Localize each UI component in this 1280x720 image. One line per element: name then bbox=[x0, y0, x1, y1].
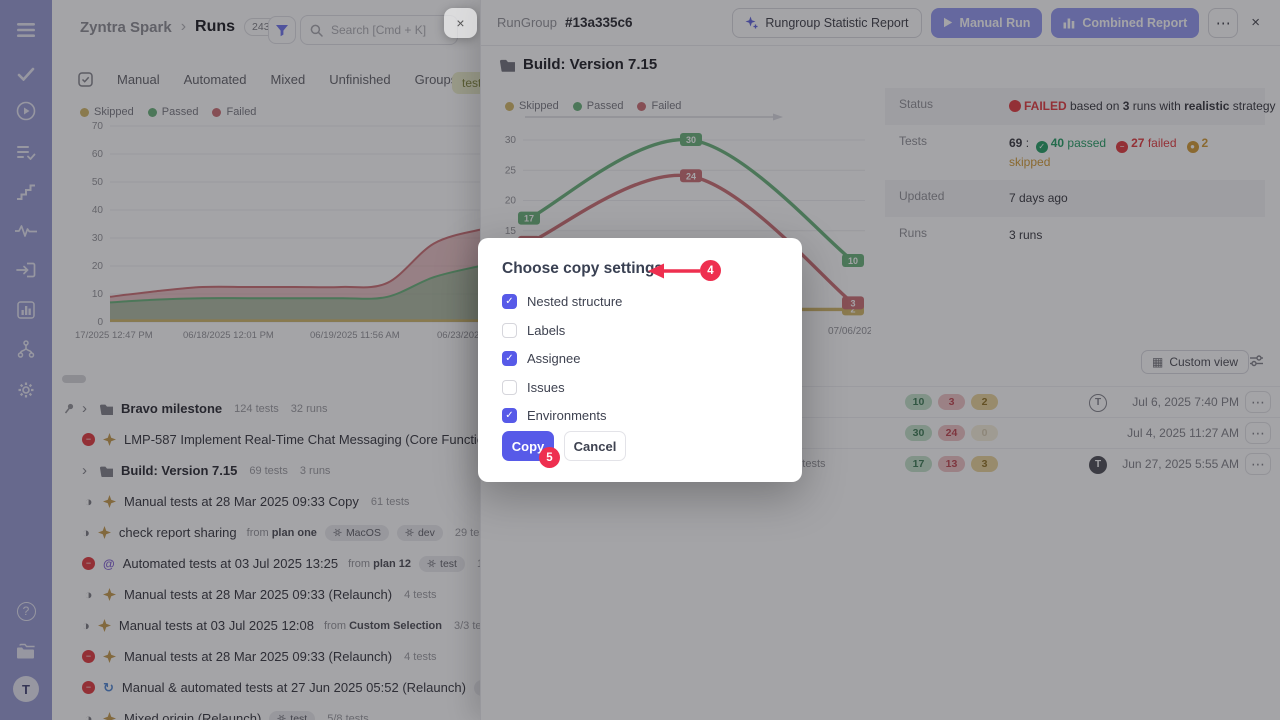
checkbox-environments[interactable]: ✓ bbox=[502, 408, 517, 423]
option-label: Environments bbox=[527, 408, 606, 423]
annotation-step-4: 4 bbox=[700, 260, 721, 281]
checkbox-nested-structure[interactable]: ✓ bbox=[502, 294, 517, 309]
cancel-button[interactable]: Cancel bbox=[564, 431, 626, 461]
close-icon: × bbox=[456, 15, 464, 31]
option-label: Assignee bbox=[527, 351, 580, 366]
checkbox-issues[interactable] bbox=[502, 380, 517, 395]
option-labels[interactable]: Labels bbox=[502, 323, 565, 338]
option-label: Nested structure bbox=[527, 294, 622, 309]
modal-title: Choose copy settings bbox=[502, 260, 663, 278]
checkbox-labels[interactable] bbox=[502, 323, 517, 338]
option-label: Labels bbox=[527, 323, 565, 338]
option-nested-structure[interactable]: ✓ Nested structure bbox=[502, 294, 622, 309]
panel-close-button[interactable]: × bbox=[444, 8, 477, 38]
option-label: Issues bbox=[527, 380, 565, 395]
checkbox-assignee[interactable]: ✓ bbox=[502, 351, 517, 366]
option-environments[interactable]: ✓ Environments bbox=[502, 408, 606, 423]
copy-settings-modal: Choose copy settings ✓ Nested structure La… bbox=[478, 238, 802, 482]
annotation-arrow bbox=[646, 261, 704, 281]
option-issues[interactable]: Issues bbox=[502, 380, 565, 395]
app-screen: ?T Zyntra Spark › Runs 243 × ManualAutom… bbox=[0, 0, 1280, 720]
option-assignee[interactable]: ✓ Assignee bbox=[502, 351, 580, 366]
annotation-step-5: 5 bbox=[539, 447, 560, 468]
